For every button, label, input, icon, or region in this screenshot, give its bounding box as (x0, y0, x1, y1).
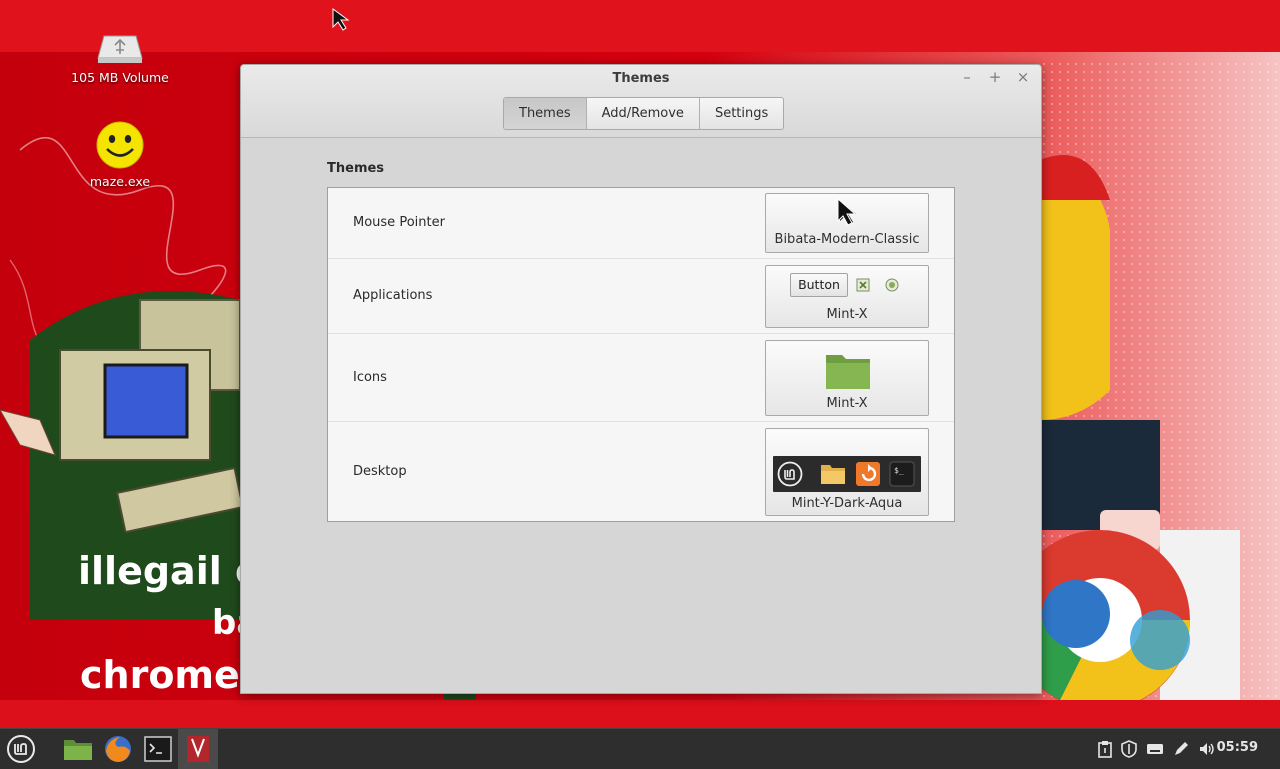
row-label-desktop: Desktop (353, 464, 407, 479)
applications-theme-button[interactable]: Button Mint-X (765, 265, 929, 328)
shield-icon[interactable] (1120, 740, 1138, 758)
desktop-icon-maze[interactable]: maze.exe (70, 120, 170, 189)
checkbox-preview-icon (856, 278, 870, 292)
row-desktop: Desktop $_ Mint-Y-Dark-Aqua (328, 422, 954, 521)
pen-icon[interactable] (1172, 740, 1190, 758)
desktop-icon-maze-label: maze.exe (89, 174, 151, 189)
row-applications: Applications Button Mint-X (328, 259, 954, 334)
terminal-preview-icon: $_ (889, 461, 915, 487)
row-label-applications: Applications (353, 288, 433, 303)
window-titlebar[interactable]: Themes – + × Themes Add/Remove Settings (241, 65, 1041, 138)
svg-text:$_: $_ (894, 466, 904, 475)
desktop-theme-button[interactable]: $_ Mint-Y-Dark-Aqua (765, 428, 929, 516)
section-title: Themes (327, 161, 385, 176)
firefox-icon[interactable] (102, 733, 134, 765)
active-window-indicator[interactable] (178, 729, 218, 769)
mouse-cursor-icon (332, 8, 350, 31)
applications-theme-name: Mint-X (826, 307, 868, 322)
icons-theme-button[interactable]: Mint-X (765, 340, 929, 416)
maximize-button[interactable]: + (987, 69, 1003, 85)
close-button[interactable]: × (1015, 69, 1031, 85)
desktop-panel-preview: $_ (773, 456, 921, 492)
usb-drive-icon (97, 35, 143, 63)
desktop-icon-volume-label: 105 MB Volume (71, 70, 169, 85)
mouse-pointer-theme-name: Bibata-Modern-Classic (774, 232, 920, 247)
preview-button: Button (790, 273, 848, 297)
taskbar: 05:59 (0, 728, 1280, 769)
wallpaper-bottom-stripe (0, 700, 1280, 728)
mouse-cursor-over-window-icon (837, 198, 857, 226)
terminal-icon[interactable] (142, 733, 174, 765)
tab-themes[interactable]: Themes (504, 98, 587, 129)
row-icons: Icons Mint-X (328, 334, 954, 422)
folder-preview-small-icon (821, 465, 845, 484)
keyboard-icon[interactable] (1146, 740, 1164, 758)
files-icon[interactable] (62, 733, 94, 765)
volume-icon[interactable] (1198, 740, 1216, 758)
folder-preview-icon (826, 355, 870, 389)
wallpaper-chrome-art (1040, 155, 1240, 710)
icons-theme-name: Mint-X (826, 396, 868, 411)
desktop-icon-volume[interactable]: 105 MB Volume (70, 28, 170, 85)
tab-settings[interactable]: Settings (700, 98, 783, 129)
desktop-theme-name: Mint-Y-Dark-Aqua (791, 496, 903, 511)
clock[interactable]: 05:59 (1217, 740, 1258, 755)
window-title: Themes (612, 71, 670, 86)
clipboard-icon[interactable] (1096, 740, 1114, 758)
row-label-icons: Icons (353, 370, 387, 385)
mint-logo-preview-icon (777, 461, 803, 487)
smiley-icon (96, 121, 144, 169)
row-mouse-pointer: Mouse Pointer Bibata-Modern-Classic (328, 188, 954, 259)
mint-menu-icon[interactable] (5, 733, 37, 765)
tab-add-remove[interactable]: Add/Remove (587, 98, 700, 129)
theme-list: Mouse Pointer Bibata-Modern-Classic Appl… (327, 187, 955, 522)
tab-bar: Themes Add/Remove Settings (503, 97, 785, 130)
themes-app-icon (187, 736, 209, 762)
row-label-mouse-pointer: Mouse Pointer (353, 215, 445, 230)
update-preview-icon (856, 462, 880, 486)
themes-window: Themes – + × Themes Add/Remove Settings … (240, 64, 1042, 694)
minimize-button[interactable]: – (959, 69, 975, 85)
radio-preview-icon (885, 278, 899, 292)
